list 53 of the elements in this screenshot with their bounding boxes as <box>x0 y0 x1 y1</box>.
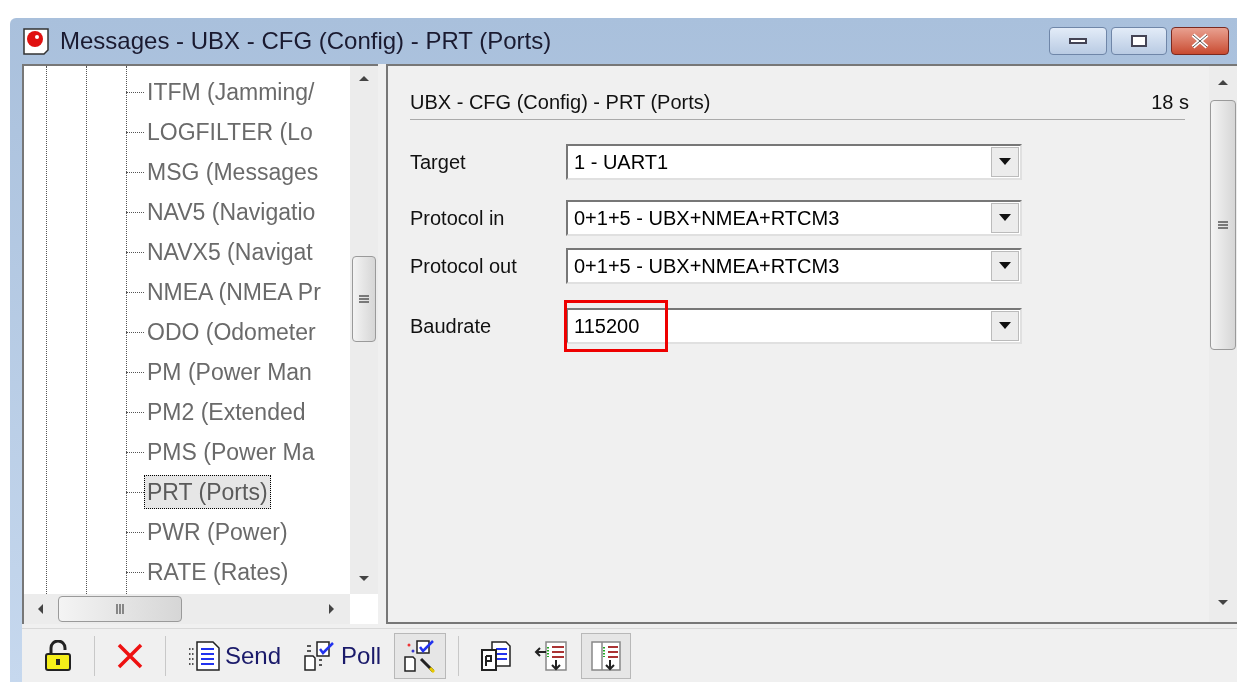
document-list-icon <box>187 639 221 672</box>
window-title: Messages - UBX - CFG (Config) - PRT (Ports) <box>60 26 553 56</box>
dropdown[interactable]: 0+1+5 - UBX+NMEA+RTCM3 <box>566 200 1022 236</box>
timer-text: 18 s <box>1151 89 1189 115</box>
poll-button[interactable]: Poll <box>294 632 391 679</box>
tree-item[interactable]: PMS (Power Ma <box>144 435 318 469</box>
dropdown-value: 1 - UART1 <box>573 150 670 175</box>
scrollbar-thumb[interactable] <box>58 596 182 622</box>
field-label: Target <box>410 150 467 175</box>
dropdown[interactable]: 115200 <box>566 308 1022 344</box>
app-icon <box>22 26 52 56</box>
dropdown[interactable]: 0+1+5 - UBX+NMEA+RTCM3 <box>566 248 1022 284</box>
close-icon <box>116 641 144 670</box>
tree-item[interactable]: PM (Power Man <box>144 355 315 389</box>
tree-item[interactable]: RATE (Rates) <box>144 555 292 589</box>
dropdown-arrow-icon <box>999 262 1011 270</box>
documents-icon <box>480 639 513 672</box>
field-label: Baudrate <box>410 314 493 339</box>
field-label: Protocol out <box>410 254 518 279</box>
tree-item[interactable]: MSG (Messages <box>144 155 322 189</box>
minimize-button[interactable] <box>1049 27 1107 55</box>
maximize-button[interactable] <box>1111 27 1167 55</box>
tree-item[interactable]: ITFM (Jamming/ <box>144 75 318 109</box>
dropdown-arrow-icon <box>999 322 1011 330</box>
document-wand-icon <box>403 638 438 673</box>
auto-poll-button[interactable] <box>394 632 447 679</box>
tree-item[interactable]: PRT (Ports) <box>144 475 271 509</box>
tree-item[interactable]: NMEA (NMEA Pr <box>144 275 324 309</box>
panel-heading: UBX - CFG (Config) - PRT (Ports) <box>410 89 712 115</box>
field-label: Protocol in <box>410 206 506 231</box>
send-button[interactable]: Send <box>178 632 291 679</box>
dropdown-value: 115200 <box>573 314 641 339</box>
padlock-icon <box>43 639 73 672</box>
dropdown[interactable]: 1 - UART1 <box>566 144 1022 180</box>
tree-item[interactable]: LOGFILTER (Lo <box>144 115 316 149</box>
tree-item[interactable]: NAV5 (Navigatio <box>144 195 319 229</box>
dropdown-arrow-icon <box>999 214 1011 222</box>
tree-item[interactable]: ODO (Odometer <box>144 315 319 349</box>
horizontal-scrollbar[interactable] <box>24 594 350 624</box>
dropdown-arrow-icon <box>999 158 1011 166</box>
close-button[interactable] <box>1171 27 1229 55</box>
dropdown-value: 0+1+5 - UBX+NMEA+RTCM3 <box>573 254 841 279</box>
dropdown-value: 0+1+5 - UBX+NMEA+RTCM3 <box>573 206 841 231</box>
close-icon <box>1190 33 1210 49</box>
tree-item[interactable]: PWR (Power) <box>144 515 291 549</box>
tree-item[interactable]: PM2 (Extended <box>144 395 309 429</box>
tree-item[interactable]: NAVX5 (Navigat <box>144 235 316 269</box>
scrollbar-thumb[interactable] <box>1210 100 1236 350</box>
vertical-scrollbar[interactable] <box>1209 66 1237 622</box>
append-button[interactable] <box>581 632 632 679</box>
vertical-scrollbar[interactable] <box>350 66 378 594</box>
list-arrow-icon <box>534 639 569 672</box>
scrollbar-thumb[interactable] <box>352 256 376 342</box>
